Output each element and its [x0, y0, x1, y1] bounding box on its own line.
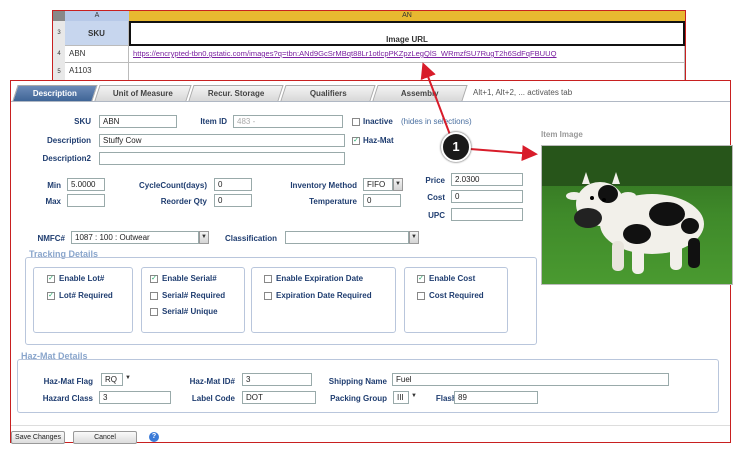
arrow-to-url [420, 62, 453, 141]
callout-arrows [420, 62, 538, 162]
callout-marker: 1 [441, 132, 471, 162]
arrow-to-image [469, 145, 538, 162]
